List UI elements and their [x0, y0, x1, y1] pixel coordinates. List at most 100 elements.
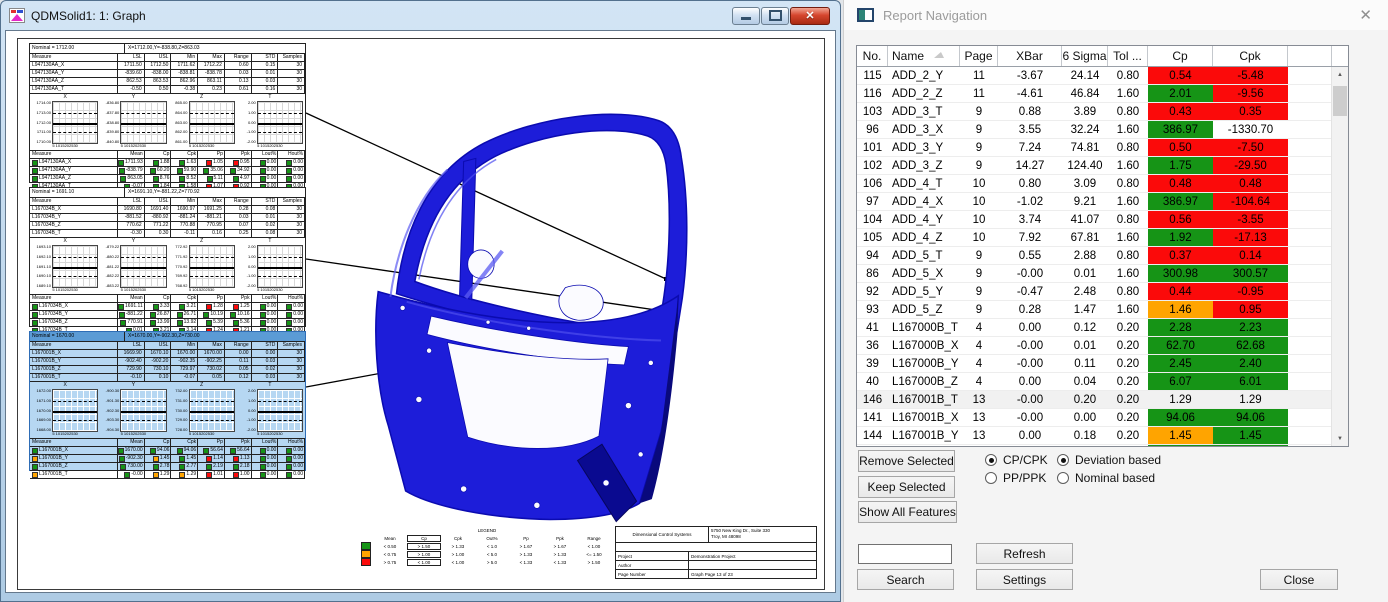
column-header-tol[interactable]: Tol ... [1108, 46, 1148, 66]
maximize-icon [769, 10, 782, 21]
y-tick: 1672.00 [37, 389, 51, 393]
y-tick: -1.00 [247, 130, 256, 134]
column-header: Min [171, 342, 198, 349]
table-row[interactable]: 96ADD_3_X93.5532.241.60386.97-1330.70 [857, 121, 1348, 139]
column-header-xbar[interactable]: XBar [998, 46, 1062, 66]
column-header: Range [225, 54, 252, 61]
cell: 770.62 [118, 222, 145, 229]
maximize-button[interactable] [761, 7, 789, 25]
search-button[interactable]: Search [857, 569, 954, 590]
column-header-no[interactable]: No. [857, 46, 888, 66]
cell-blank [1288, 301, 1332, 318]
close-button[interactable]: ✕ [790, 7, 830, 25]
column-header: Mean [118, 295, 145, 302]
table-row[interactable]: 102ADD_3_Z914.27124.401.601.75-29.50 [857, 157, 1348, 175]
legend-column-header: Ppk [543, 536, 577, 541]
radio-pp-ppk[interactable]: PP/PPK [985, 471, 1046, 485]
cell: -902.25 [198, 358, 225, 365]
table-row[interactable]: 40L167000B_Z40.000.040.206.076.01 [857, 373, 1348, 391]
cell-name: L167001B_Z [888, 445, 960, 447]
cell: 2.77 [171, 463, 198, 470]
cell-sigma: 46.84 [1062, 85, 1108, 102]
measure-row: L167001B_X1669.901670.101670.001670.000.… [30, 350, 305, 358]
column-header-page[interactable]: Page [960, 46, 998, 66]
search-input[interactable] [858, 544, 952, 564]
column-header: Lout% [252, 151, 279, 158]
door-model[interactable] [366, 97, 722, 527]
table-row[interactable]: 104ADD_4_Y103.7441.070.800.56-3.55 [857, 211, 1348, 229]
table-row[interactable]: 116ADD_2_Z11-4.6146.841.602.01-9.56 [857, 85, 1348, 103]
cell: L167001B_Y [30, 455, 118, 462]
legend-swatch [361, 550, 373, 558]
table-row[interactable]: 103ADD_3_T90.883.890.800.430.35 [857, 103, 1348, 121]
cell-blank [1288, 175, 1332, 192]
dialog-close-icon[interactable]: ✕ [1359, 8, 1372, 23]
cell-xbar: -1.02 [998, 193, 1062, 210]
dialog-titlebar[interactable]: Report Navigation ✕ [844, 0, 1388, 30]
scrollbar-thumb[interactable] [1333, 86, 1347, 116]
table-row[interactable]: 105ADD_4_Z107.9267.811.601.92-17.13 [857, 229, 1348, 247]
cell: 0.16 [198, 230, 225, 237]
page-number-label: Page Number [616, 570, 689, 578]
cell: -0.00 [118, 471, 145, 478]
minimize-button[interactable] [732, 7, 760, 25]
table-row[interactable]: 146L167001B_T13-0.000.200.201.291.29 [857, 391, 1348, 409]
table-row[interactable]: 141L167001B_X13-0.000.000.2094.0694.06 [857, 409, 1348, 427]
measurement-panel[interactable]: Nominal = 1670.00X=1670.00,Y=-902.30,Z=7… [29, 331, 306, 471]
cell: -838.79 [118, 167, 145, 174]
keep-selected-button[interactable]: Keep Selected [858, 476, 955, 498]
cell-page: 9 [960, 139, 998, 156]
plot-area [257, 101, 303, 144]
column-header: Min [171, 54, 198, 61]
radio-deviation-based[interactable]: Deviation based [1057, 453, 1161, 467]
cell: L167034B_X [30, 303, 118, 310]
column-header: Lout% [252, 439, 279, 446]
cell-sigma: 74.81 [1062, 139, 1108, 156]
column-header: Cp [145, 295, 172, 302]
column-header: Max [198, 54, 225, 61]
cell: -839.60 [118, 70, 145, 77]
table-row[interactable]: 145L167001B_Z13-0.000.090.202.782.77 [857, 445, 1348, 447]
table-row[interactable]: 86ADD_5_X9-0.000.011.60300.98300.57 [857, 265, 1348, 283]
table-row[interactable]: 39L167000B_Y4-0.000.110.202.452.40 [857, 355, 1348, 373]
column-header-sigma[interactable]: 6 Sigma [1062, 46, 1108, 66]
measurement-panel[interactable]: Nominal = 1691.10X=1691.10,Y=-881.22,Z=7… [29, 187, 306, 327]
table-row[interactable]: 106ADD_4_T100.803.090.800.480.48 [857, 175, 1348, 193]
column-header: Range [225, 342, 252, 349]
table-row[interactable]: 36L167000B_X4-0.000.010.2062.7062.68 [857, 337, 1348, 355]
cell: 0.95 [225, 159, 252, 166]
radio-cp-cpk[interactable]: CP/CPK [985, 453, 1048, 467]
table-row[interactable]: 115ADD_2_Y11-3.6724.140.800.54-5.48 [857, 67, 1348, 85]
scroll-down-icon[interactable]: ▼ [1332, 431, 1348, 447]
scroll-up-icon[interactable]: ▲ [1332, 67, 1348, 83]
measurement-panel[interactable]: Nominal = 1712.00X=1712.00,Y=-838.80,Z=8… [29, 43, 306, 183]
report-table: No.NamePageXBar6 SigmaTol ...CpCpk 115AD… [856, 45, 1349, 447]
column-header-cp[interactable]: Cp [1148, 46, 1213, 66]
radio-nominal-based[interactable]: Nominal based [1057, 471, 1155, 485]
y-tick: -837.80 [106, 111, 120, 115]
close-dialog-button[interactable]: Close [1260, 569, 1338, 590]
status-square-icon [32, 464, 38, 470]
refresh-button[interactable]: Refresh [976, 543, 1073, 564]
settings-button[interactable]: Settings [976, 569, 1073, 590]
table-row[interactable]: 41L167000B_T40.000.120.202.282.23 [857, 319, 1348, 337]
table-row[interactable]: 101ADD_3_Y97.2474.810.800.50-7.50 [857, 139, 1348, 157]
cell: L947130AA_Y [30, 167, 118, 174]
graph-window-titlebar[interactable]: QDMSolid1: 1: Graph ✕ [5, 1, 836, 30]
column-header-cpk[interactable]: Cpk [1213, 46, 1288, 66]
table-row[interactable]: 92ADD_5_Y9-0.472.480.800.44-0.95 [857, 283, 1348, 301]
y-tick: 1692.10 [37, 255, 51, 259]
show-all-features-button[interactable]: Show All Features [858, 501, 957, 523]
remove-selected-button[interactable]: Remove Selected [858, 450, 955, 472]
plot-area [120, 101, 166, 144]
status-square-icon [179, 456, 185, 462]
cell-xbar: -0.00 [998, 409, 1062, 426]
table-row[interactable]: 144L167001B_Y130.000.180.201.451.45 [857, 427, 1348, 445]
cell-blank [1288, 265, 1332, 282]
table-row[interactable]: 93ADD_5_Z90.281.471.601.460.95 [857, 301, 1348, 319]
column-header-name[interactable]: Name [888, 46, 960, 66]
cell-cp: 0.44 [1148, 283, 1213, 300]
table-row[interactable]: 97ADD_4_X10-1.029.211.60386.97-104.64 [857, 193, 1348, 211]
vertical-scrollbar[interactable]: ▲ ▼ [1331, 67, 1348, 447]
table-row[interactable]: 94ADD_5_T90.552.880.800.370.14 [857, 247, 1348, 265]
